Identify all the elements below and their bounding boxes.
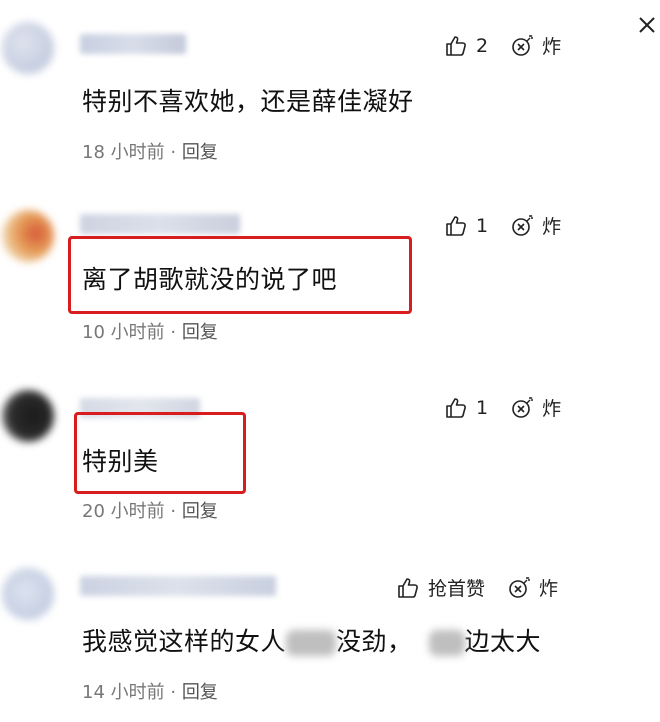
comment-item: 1 炸 离了胡歌就没的说了吧 10 小时前 · 回复: [0, 180, 660, 360]
meta-separator: ·: [164, 682, 182, 703]
like-button[interactable]: 2: [444, 34, 488, 58]
avatar: [2, 210, 54, 262]
avatar: [2, 390, 54, 442]
bomb-label: 炸: [542, 216, 562, 238]
comment-time: 20 小时前: [82, 501, 165, 522]
comment-item: 1 炸 特别美 20 小时前 · 回复: [0, 360, 660, 542]
comment-text-part: 我感觉这样的女人: [82, 627, 287, 656]
comment-meta: 18 小时前 · 回复: [82, 138, 218, 164]
like-count: 抢首赞: [428, 578, 486, 600]
like-count: 2: [476, 34, 489, 57]
comment-text: 我感觉这样的女人 没劲， 边太大: [82, 622, 541, 658]
like-button[interactable]: 抢首赞: [396, 574, 485, 601]
avatar: [2, 22, 54, 74]
bomb-button[interactable]: 炸: [510, 32, 561, 59]
comment-meta: 14 小时前 · 回复: [82, 678, 218, 704]
comment-time: 18 小时前: [82, 142, 165, 163]
comment-time: 14 小时前: [82, 682, 165, 703]
comment-actions: 抢首赞 炸: [396, 574, 558, 601]
like-button[interactable]: 1: [444, 214, 488, 238]
thumbs-up-icon: [446, 215, 466, 236]
meta-separator: ·: [164, 501, 182, 522]
comment-text-part: 没劲，: [336, 627, 413, 656]
comment-text: 特别美: [82, 447, 159, 476]
comment-item: 抢首赞 炸 我感觉这样的女人 没劲， 边太大 14 小时前 · 回复: [0, 542, 660, 722]
comment-actions: 1 炸: [444, 394, 561, 421]
bomb-icon: [509, 576, 531, 598]
meta-separator: ·: [164, 322, 182, 343]
meta-separator: ·: [164, 142, 182, 163]
comment-meta: 20 小时前 · 回复: [82, 497, 218, 523]
thumbs-up-icon: [446, 397, 466, 418]
bomb-icon: [512, 396, 534, 418]
username-blurred: [80, 214, 240, 234]
redacted-text: [286, 630, 337, 656]
reply-button[interactable]: 回复: [182, 682, 218, 703]
bomb-icon: [512, 214, 534, 236]
bomb-label: 炸: [542, 398, 562, 420]
redacted-text: [428, 630, 465, 656]
bomb-label: 炸: [539, 578, 559, 600]
comment-text: 离了胡歌就没的说了吧: [82, 265, 338, 294]
like-count: 1: [476, 214, 489, 237]
comment-time: 10 小时前: [82, 322, 165, 343]
reply-button[interactable]: 回复: [182, 142, 218, 163]
thumbs-up-icon: [398, 577, 418, 598]
bomb-button[interactable]: 炸: [507, 574, 558, 601]
comment-text-part: 边太大: [464, 627, 542, 656]
comment-actions: 2 炸: [444, 32, 561, 59]
bomb-icon: [512, 34, 534, 56]
like-button[interactable]: 1: [444, 396, 488, 420]
thumbs-up-icon: [446, 35, 466, 56]
like-count: 1: [476, 396, 489, 419]
username-blurred: [80, 576, 276, 596]
reply-button[interactable]: 回复: [182, 322, 218, 343]
comment-actions: 1 炸: [444, 212, 561, 239]
comment-meta: 10 小时前 · 回复: [82, 318, 218, 344]
bomb-button[interactable]: 炸: [510, 394, 561, 421]
bomb-button[interactable]: 炸: [510, 212, 561, 239]
reply-button[interactable]: 回复: [182, 501, 218, 522]
comment-text: 特别不喜欢她，还是薛佳凝好: [82, 87, 414, 116]
avatar: [2, 568, 54, 620]
comment-item: 2 炸 特别不喜欢她，还是薛佳凝好 18 小时前 · 回复: [0, 0, 660, 180]
bomb-label: 炸: [542, 36, 562, 58]
username-blurred: [80, 34, 186, 54]
